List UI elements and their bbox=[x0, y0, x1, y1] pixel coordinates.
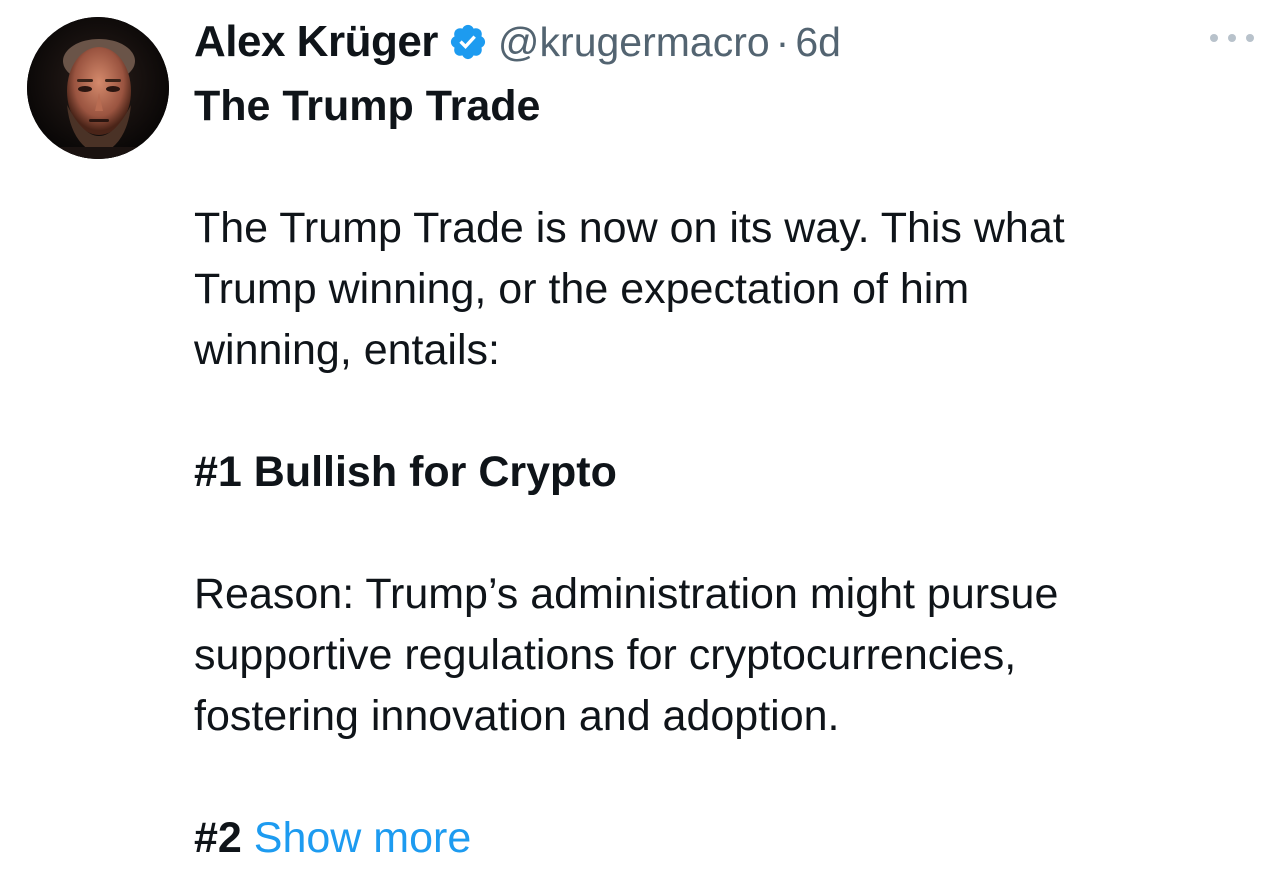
more-dot bbox=[1246, 34, 1254, 42]
reason-line: supportive regulations for cryptocurrenc… bbox=[194, 631, 1017, 679]
point-heading: #1 Bullish for Crypto bbox=[194, 448, 617, 496]
paragraph-line: Trump winning, or the expectation of him bbox=[194, 265, 970, 313]
point-2-prefix: #2 bbox=[194, 814, 242, 862]
more-dot bbox=[1228, 34, 1236, 42]
reason-line: fostering innovation and adoption. bbox=[194, 692, 840, 740]
display-name[interactable]: Alex Krüger bbox=[194, 17, 438, 67]
paragraph-line: The Trump Trade is now on its way. This … bbox=[194, 204, 1065, 252]
reason-line: Reason: Trump’s administration might pur… bbox=[194, 570, 1059, 618]
tweet-title: The Trump Trade bbox=[194, 82, 541, 130]
more-horizontal-icon[interactable] bbox=[1210, 28, 1254, 48]
avatar-portrait-icon bbox=[27, 17, 169, 159]
tweet-header: Alex Krüger @krugermacro · 6d bbox=[194, 14, 841, 70]
tweet[interactable]: Alex Krüger @krugermacro · 6d The Trump … bbox=[0, 0, 1284, 885]
header-separator: · bbox=[775, 18, 790, 65]
more-dot bbox=[1210, 34, 1218, 42]
tweet-text: The Trump Trade The Trump Trade is now o… bbox=[194, 76, 1254, 869]
avatar[interactable] bbox=[27, 17, 169, 159]
show-more-link[interactable]: Show more bbox=[254, 814, 471, 862]
author-handle[interactable]: @krugermacro bbox=[498, 19, 770, 66]
paragraph-line: winning, entails: bbox=[194, 326, 500, 374]
verified-badge-icon bbox=[448, 22, 488, 62]
tweet-timestamp[interactable]: 6d bbox=[795, 19, 841, 66]
point-2-line: #2 Show more bbox=[194, 808, 1254, 869]
